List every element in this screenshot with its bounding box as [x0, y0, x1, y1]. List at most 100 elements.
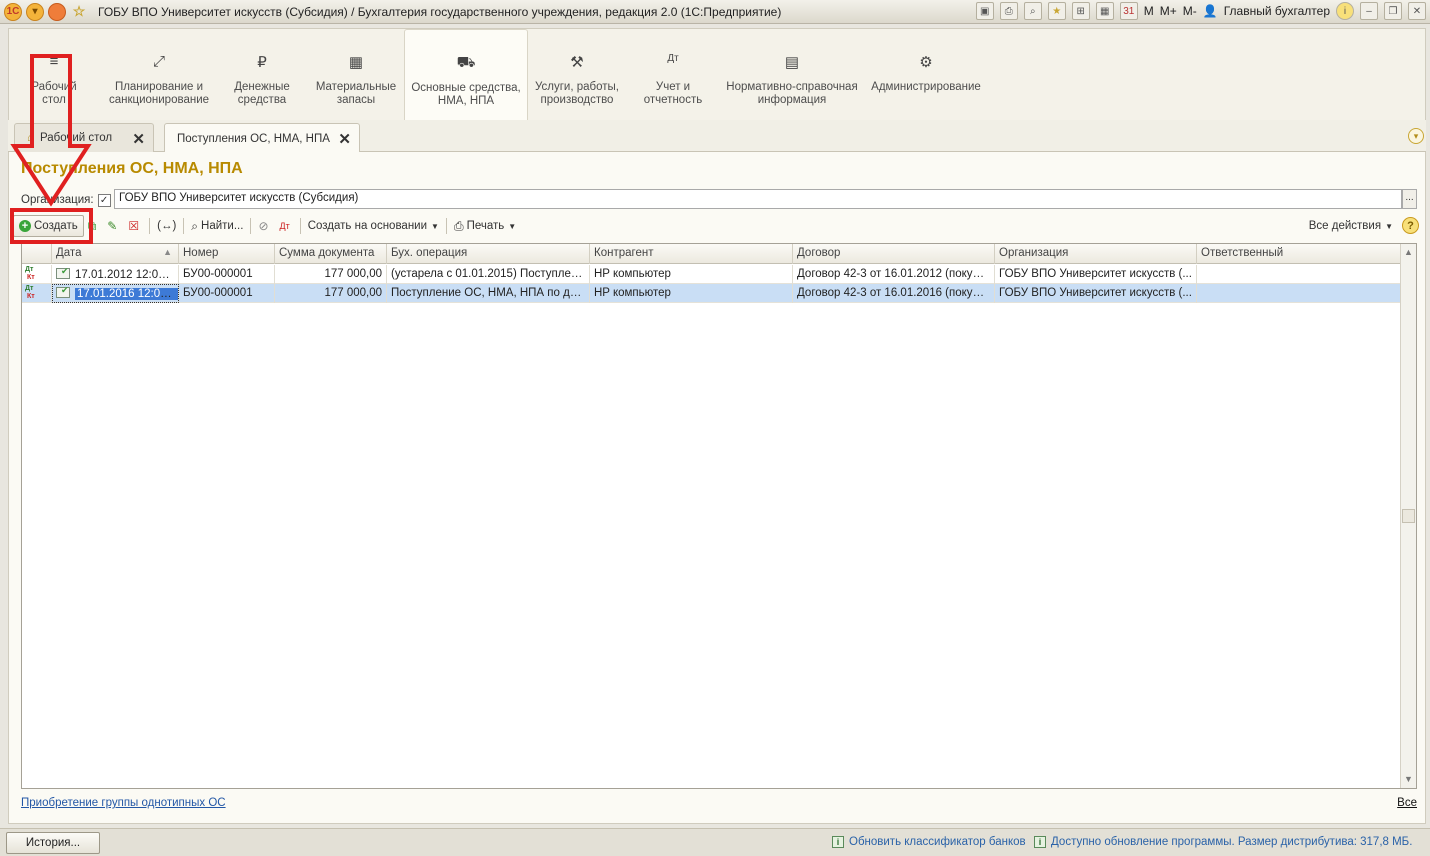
close-tab-icon[interactable]: ✕: [338, 130, 351, 148]
section-label: Рабочий стол: [31, 81, 77, 106]
menu-dropdown-icon[interactable]: ▾: [26, 2, 44, 21]
find-label: Найти...: [201, 220, 244, 232]
column-header-sum[interactable]: Сумма документа: [275, 244, 387, 264]
section-label: Основные средства, НМА, НПА: [411, 82, 521, 107]
column-header-responsible[interactable]: Ответственный: [1197, 244, 1401, 264]
user-name[interactable]: Главный бухгалтер: [1224, 4, 1330, 18]
date-text: 17.01.2012 12:00:04: [75, 269, 179, 281]
section-reference[interactable]: ▤ Нормативно-справочная информация: [725, 29, 859, 121]
info-icon[interactable]: i: [1336, 2, 1354, 20]
scroll-up-icon[interactable]: ▲: [1402, 245, 1415, 260]
cell-focus: [52, 284, 179, 303]
window-title: ГОБУ ВПО Университет искусств (Субсидия)…: [98, 4, 782, 19]
open-tabs: ⌂ Рабочий стол ✕ Поступления ОС, НМА, НП…: [8, 120, 1426, 153]
maximize-icon[interactable]: ❐: [1384, 2, 1402, 20]
user-icon: 👤: [1202, 4, 1218, 18]
page-title: Поступления ОС, НМА, НПА: [21, 160, 243, 177]
copy-button[interactable]: ⧉: [84, 215, 104, 237]
section-planning[interactable]: ⤢ Планирование и санкционирование: [103, 29, 215, 121]
tab-receipts[interactable]: Поступления ОС, НМА, НПА ✕: [164, 123, 360, 153]
group-acquisition-link[interactable]: Приобретение группы однотипных ОС: [21, 797, 226, 809]
history-button[interactable]: История...: [6, 832, 100, 854]
cell-contract: Договор 42-3 от 16.01.2016 (покупк...: [793, 284, 995, 303]
scroll-thumb[interactable]: [1402, 509, 1415, 523]
chevron-down-icon: ▼: [508, 221, 517, 231]
cell-organization: ГОБУ ВПО Университет искусств (...: [995, 265, 1197, 284]
save-icon[interactable]: ▣: [975, 2, 994, 20]
sort-icon: ▲: [163, 247, 172, 257]
close-icon[interactable]: ✕: [1408, 2, 1426, 20]
table-row[interactable]: Дт Кт 17.01.2016 12:00:04 БУ00-000001 17…: [22, 284, 1401, 303]
create-based-button[interactable]: Создать на основании ▼: [304, 215, 443, 237]
org-filter-checkbox[interactable]: ✓: [97, 193, 111, 207]
cell-counterparty: HP компьютер: [590, 284, 793, 303]
print-icon[interactable]: ⎙: [999, 2, 1018, 20]
update-banks-notice[interactable]: i Обновить классификатор банков: [832, 836, 1026, 848]
tabs-dropdown-icon[interactable]: ▾: [1408, 128, 1424, 144]
truck-icon: ⛟: [456, 54, 476, 71]
bookmark-icon[interactable]: ⊞: [1071, 2, 1090, 20]
home-icon: ⌂: [27, 132, 34, 144]
postings-button[interactable]: Дт: [276, 215, 297, 237]
vertical-scrollbar[interactable]: ▲ ▼: [1400, 244, 1416, 788]
section-cash[interactable]: ₽ Денежные средства: [227, 29, 297, 121]
section-admin[interactable]: ⚙ Администрирование: [871, 29, 981, 121]
all-link[interactable]: Все: [1397, 797, 1417, 809]
table-row[interactable]: Дт Кт 17.01.2012 12:00:04 БУ00-000001 17…: [22, 265, 1401, 284]
minimize-icon[interactable]: –: [1360, 2, 1378, 20]
find-button[interactable]: ⌕ Найти...: [187, 215, 247, 237]
memory-m-button[interactable]: M: [1144, 4, 1154, 18]
help-icon[interactable]: ?: [1402, 217, 1419, 234]
section-accounting[interactable]: Дт Учет и отчетность: [639, 29, 707, 121]
org-select-button[interactable]: ...: [1402, 189, 1417, 209]
favorites-icon[interactable]: ★: [1047, 2, 1066, 20]
delete-button[interactable]: ☒: [124, 215, 146, 237]
chart-icon: ⤢: [152, 53, 165, 70]
update-program-notice[interactable]: i Доступно обновление программы. Размер …: [1034, 836, 1412, 848]
section-label: Услуги, работы, производство: [534, 81, 619, 106]
section-label: Планирование и санкционирование: [108, 81, 210, 106]
app-logo-icon[interactable]: 1С: [4, 2, 22, 21]
scroll-down-icon[interactable]: ▼: [1402, 772, 1415, 787]
circle-button-icon[interactable]: [48, 2, 66, 21]
column-header-operation[interactable]: Бух. операция: [387, 244, 590, 264]
section-services[interactable]: ⚒ Услуги, работы, производство: [531, 29, 623, 121]
update-banks-label: Обновить классификатор банков: [849, 836, 1026, 848]
calculator-icon[interactable]: ▦: [1095, 2, 1114, 20]
column-header-organization[interactable]: Организация: [995, 244, 1197, 264]
print-button[interactable]: ⎙ Печать ▼: [450, 215, 520, 237]
posted-document-icon: [56, 266, 70, 279]
column-header-contract[interactable]: Договор: [793, 244, 995, 264]
memory-m-minus-button[interactable]: M-: [1183, 4, 1197, 18]
status-bar: История... i Обновить классификатор банк…: [0, 828, 1430, 856]
cell-responsible: [1197, 265, 1401, 284]
sections-panel: ≡ Рабочий стол ⤢ Планирование и санкционир…: [8, 28, 1426, 121]
star-icon[interactable]: ☆: [70, 3, 88, 21]
section-inventory[interactable]: ▦ Материальные запасы: [309, 29, 403, 121]
title-bar-tools: ▣ ⎙ ⌕ ★ ⊞ ▦ 31 M M+ M- 👤 Главный бухгалт…: [975, 2, 1426, 20]
preview-icon[interactable]: ⌕: [1023, 2, 1042, 20]
section-desktop[interactable]: ≡ Рабочий стол: [21, 29, 87, 121]
create-button[interactable]: + Создать: [13, 215, 84, 237]
documents-table[interactable]: Дата ▲ Номер Сумма документа Бух. операц…: [21, 243, 1417, 789]
section-fixed-assets[interactable]: ⛟ Основные средства, НМА, НПА: [404, 29, 528, 121]
column-header-date[interactable]: Дата ▲: [52, 244, 179, 264]
ruble-icon: ₽: [257, 54, 267, 71]
all-actions-label: Все действия: [1308, 220, 1382, 232]
menu-icon: ≡: [49, 53, 59, 70]
column-header-counterparty[interactable]: Контрагент: [590, 244, 793, 264]
period-button[interactable]: (↔): [153, 215, 180, 237]
section-label: Администрирование: [871, 81, 981, 93]
grid-icon: ▦: [348, 54, 364, 71]
calendar-icon[interactable]: 31: [1119, 2, 1138, 20]
tools-icon: ⚒: [570, 54, 584, 71]
org-field[interactable]: ГОБУ ВПО Университет искусств (Субсидия): [114, 189, 1402, 209]
tab-desktop[interactable]: ⌂ Рабочий стол ✕: [14, 123, 154, 152]
column-header-number[interactable]: Номер: [179, 244, 275, 264]
cell-counterparty: HP компьютер: [590, 265, 793, 284]
close-tab-icon[interactable]: ✕: [132, 130, 145, 148]
cancel-search-button[interactable]: ⊘: [254, 215, 275, 237]
all-actions-button[interactable]: Все действия ▼: [1305, 215, 1397, 237]
edit-button[interactable]: ✎: [103, 215, 124, 237]
memory-m-plus-button[interactable]: M+: [1160, 4, 1177, 18]
